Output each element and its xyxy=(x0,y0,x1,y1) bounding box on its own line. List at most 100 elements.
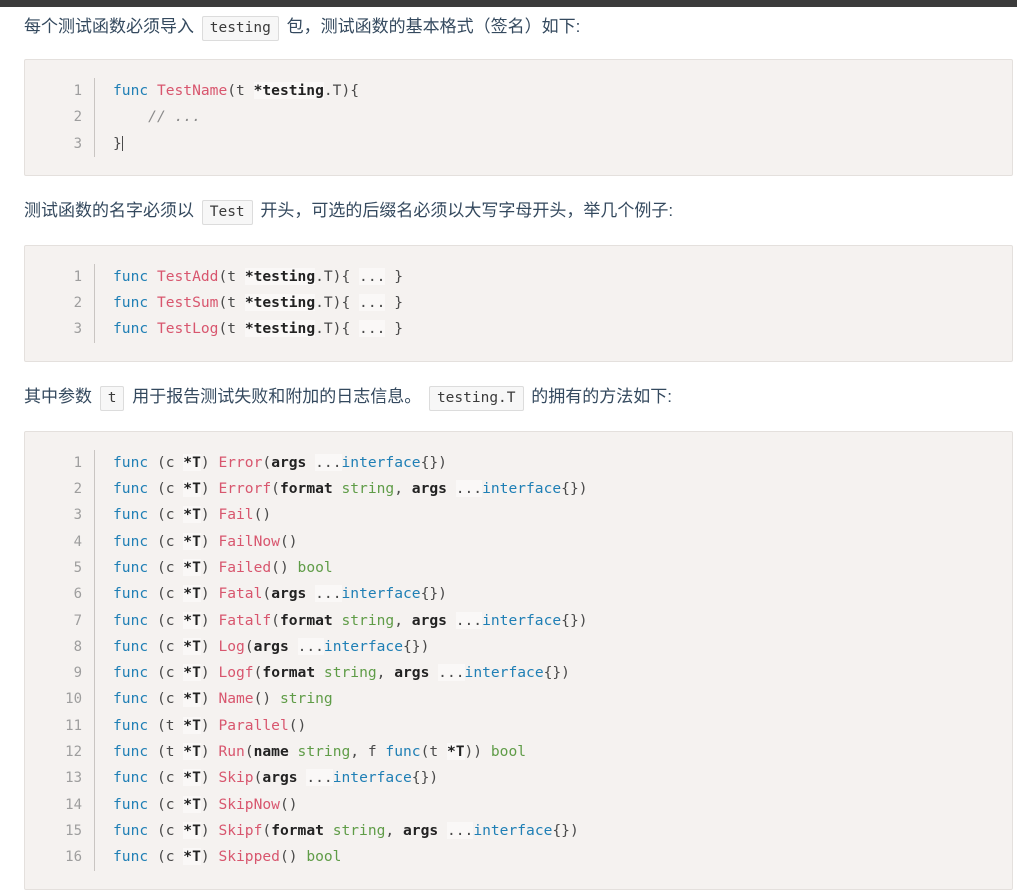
inline-code-t[interactable]: t xyxy=(100,386,125,411)
code-token-plain: ( xyxy=(271,612,280,629)
code-token-dots: ... xyxy=(359,320,385,337)
code-token-dots: ... xyxy=(359,294,385,311)
code-line-source[interactable]: // ... xyxy=(95,104,1013,130)
line-number: 13 xyxy=(25,765,95,791)
code-line-source[interactable]: func (c *T) Errorf(format string, args .… xyxy=(95,476,1013,502)
code-token-fn: Skipf xyxy=(218,822,262,839)
code-line-source[interactable]: func (c *T) Failed() bool xyxy=(95,555,1013,581)
code-line-source[interactable]: func (c *T) Skipped() bool xyxy=(95,844,1013,870)
code-line-source[interactable]: func (c *T) Fatal(args ...interface{}) xyxy=(95,581,1013,607)
code-block-examples[interactable]: 1func TestAdd(t *testing.T){ ... }2func … xyxy=(24,245,1013,362)
code-token-plain: ) xyxy=(201,690,219,707)
line-number: 12 xyxy=(25,739,95,765)
code-token-kw: interface xyxy=(482,480,561,497)
code-token-plain: () xyxy=(289,717,307,734)
code-token-dots: ... xyxy=(456,480,482,497)
code-token-ptr: *T xyxy=(183,664,201,681)
code-line-source[interactable]: func (t *T) Run(name string, f func(t *T… xyxy=(95,739,1013,765)
code-line-source[interactable]: func (c *T) Logf(format string, args ...… xyxy=(95,660,1013,686)
inline-code-testing[interactable]: testing xyxy=(202,16,279,41)
code-token-plain: (t xyxy=(227,82,253,99)
code-token-kw: interface xyxy=(342,585,421,602)
code-line-source[interactable]: func (c *T) Fail() xyxy=(95,502,1013,528)
code-token-ptr: *T xyxy=(183,585,201,602)
code-line: 15func (c *T) Skipf(format string, args … xyxy=(25,818,1012,844)
code-line-source[interactable]: func (c *T) FailNow() xyxy=(95,529,1013,555)
code-token-plain: (c xyxy=(157,585,183,602)
code-token-plain xyxy=(306,454,315,471)
code-line-source[interactable]: } xyxy=(95,131,1013,157)
code-token-plain: ) xyxy=(201,822,219,839)
code-token-plain: ) xyxy=(201,769,219,786)
code-token-plain xyxy=(438,822,447,839)
line-number: 1 xyxy=(25,264,95,290)
code-line-source[interactable]: func TestAdd(t *testing.T){ ... } xyxy=(95,264,1013,290)
code-token-type: string xyxy=(298,743,351,760)
code-token-kw: func xyxy=(113,612,157,629)
code-token-plain xyxy=(289,638,298,655)
code-line-source[interactable]: func (c *T) Error(args ...interface{}) xyxy=(95,450,1013,476)
code-block-methods[interactable]: 1func (c *T) Error(args ...interface{})2… xyxy=(24,431,1013,890)
code-token-id: args xyxy=(412,612,447,629)
code-token-dots: ... xyxy=(438,664,464,681)
code-token-fn: Name xyxy=(218,690,253,707)
code-token-ptr: *testing xyxy=(245,294,315,311)
code-line-source[interactable]: func (c *T) Fatalf(format string, args .… xyxy=(95,608,1013,634)
code-token-plain: ) xyxy=(201,559,219,576)
top-dark-bar xyxy=(0,0,1017,7)
code-token-kw: func xyxy=(113,268,157,285)
paragraph-text-before: 每个测试函数必须导入 xyxy=(24,17,194,36)
code-token-dots: ... xyxy=(306,769,332,786)
code-token-dots: ... xyxy=(456,612,482,629)
code-line: 3} xyxy=(25,131,1012,157)
code-line-source[interactable]: func (c *T) Name() string xyxy=(95,686,1013,712)
code-token-plain: (c xyxy=(157,480,183,497)
code-token-ptr: *T xyxy=(183,533,201,550)
code-token-id: format xyxy=(280,480,342,497)
code-token-plain: (c xyxy=(157,506,183,523)
line-number: 16 xyxy=(25,844,95,870)
code-token-fn: Error xyxy=(218,454,262,471)
code-line-source[interactable]: func TestLog(t *testing.T){ ... } xyxy=(95,316,1013,342)
code-line-source[interactable]: func (c *T) Log(args ...interface{}) xyxy=(95,634,1013,660)
code-line-source[interactable]: func (t *T) Parallel() xyxy=(95,713,1013,739)
code-token-plain: (t xyxy=(218,320,244,337)
code-line-source[interactable]: func (c *T) SkipNow() xyxy=(95,792,1013,818)
code-token-plain: } xyxy=(385,268,403,285)
code-line-source[interactable]: func TestName(t *testing.T){ xyxy=(95,78,1013,104)
code-line-source[interactable]: func TestSum(t *testing.T){ ... } xyxy=(95,290,1013,316)
line-number: 2 xyxy=(25,476,95,502)
code-token-plain: (t xyxy=(421,743,447,760)
code-token-kw: func xyxy=(113,294,157,311)
code-token-plain: , xyxy=(385,822,403,839)
code-token-kw: func xyxy=(113,506,157,523)
inline-code-testing-t[interactable]: testing.T xyxy=(429,386,524,411)
code-token-kw: interface xyxy=(465,664,544,681)
code-token-fn: Failed xyxy=(218,559,271,576)
code-token-ptr: *testing xyxy=(254,82,324,99)
paragraph-text-after: 开头，可选的后缀名必须以大写字母开头，举几个例子: xyxy=(260,201,673,220)
code-token-fn: Log xyxy=(218,638,244,655)
paragraph-signature-intro: 每个测试函数必须导入 testing 包，测试函数的基本格式（签名）如下: xyxy=(0,7,1017,41)
code-block-signature[interactable]: 1func TestName(t *testing.T){2 // ...3} xyxy=(24,59,1013,176)
line-number: 9 xyxy=(25,660,95,686)
code-token-ptr: *T xyxy=(183,848,201,865)
code-line-source[interactable]: func (c *T) Skipf(format string, args ..… xyxy=(95,818,1013,844)
code-token-id: args xyxy=(254,638,289,655)
code-token-kw: func xyxy=(113,822,157,839)
code-token-kw: func xyxy=(113,664,157,681)
line-number: 4 xyxy=(25,529,95,555)
code-token-kw: func xyxy=(113,638,157,655)
code-token-dots: ... xyxy=(447,822,473,839)
code-token-kw: interface xyxy=(342,454,421,471)
code-token-id: args xyxy=(271,454,306,471)
code-line-source[interactable]: func (c *T) Skip(args ...interface{}) xyxy=(95,765,1013,791)
code-line: 2 // ... xyxy=(25,104,1012,130)
code-token-ptr: *T xyxy=(447,743,465,760)
inline-code-test[interactable]: Test xyxy=(202,200,253,225)
code-token-plain: (c xyxy=(157,638,183,655)
code-token-plain: ( xyxy=(245,743,254,760)
code-token-plain: {}) xyxy=(403,638,429,655)
line-number: 3 xyxy=(25,316,95,342)
code-line: 1func TestAdd(t *testing.T){ ... } xyxy=(25,264,1012,290)
